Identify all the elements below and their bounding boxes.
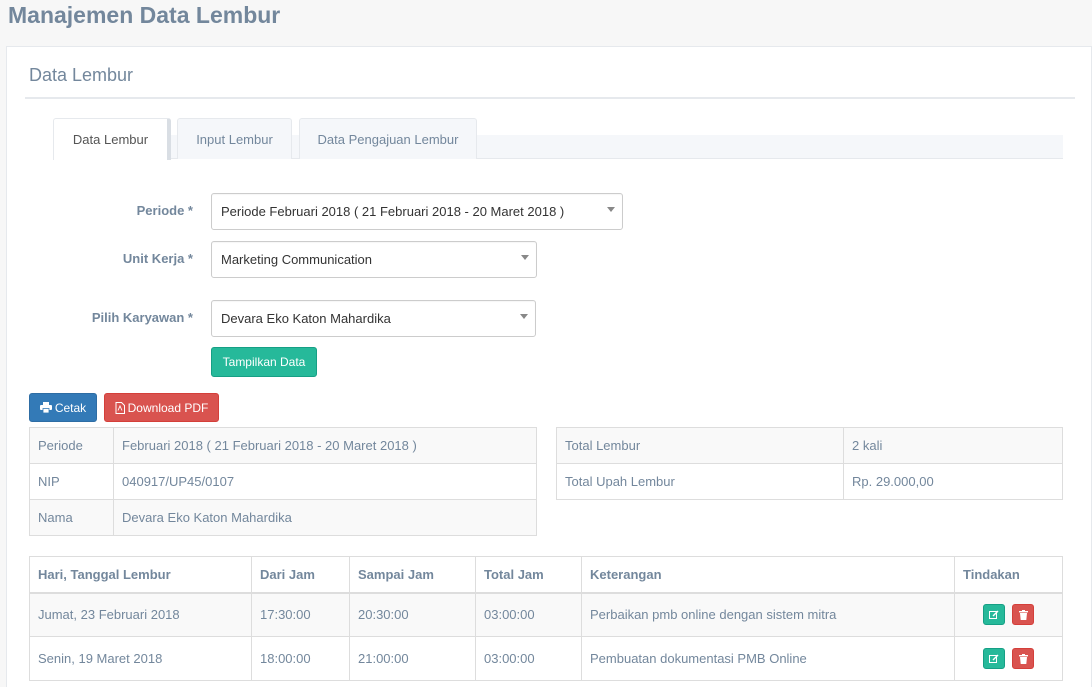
summary-value: Rp. 29.000,00 — [843, 463, 1063, 500]
tab-label: Data Pengajuan Lembur — [317, 131, 459, 147]
info-row: NIP 040917/UP45/0107 — [29, 463, 537, 500]
tab-label: Data Lembur — [72, 132, 149, 147]
info-value: Devara Eko Katon Mahardika — [113, 499, 537, 536]
unit-kerja-label: Unit Kerja * — [122, 251, 193, 266]
summary-key: Total Lembur — [556, 427, 844, 464]
table-cell: Senin, 19 Maret 2018 — [29, 636, 252, 681]
tampilkan-data-label: Tampilkan Data — [222, 355, 306, 369]
file-pdf-icon — [115, 401, 125, 414]
edit-button[interactable] — [982, 604, 1005, 626]
edit-icon — [988, 654, 999, 663]
info-key: Periode — [29, 427, 114, 464]
chevron-down-icon — [520, 314, 528, 319]
download-pdf-label: Download PDF — [127, 400, 209, 415]
column-header: Hari, Tanggal Lembur — [29, 556, 252, 594]
column-header: Tindakan — [954, 556, 1063, 594]
content-panel: Data Lembur Data Lembur Input Lembur Dat… — [6, 46, 1092, 687]
delete-button[interactable] — [1012, 604, 1035, 626]
unit-kerja-select[interactable]: Marketing Communication — [211, 241, 537, 278]
panel-divider — [25, 97, 1075, 99]
cetak-label: Cetak — [54, 400, 87, 415]
summary-value: 2 kali — [843, 427, 1063, 464]
trash-icon — [1018, 609, 1028, 620]
tab-data-pengajuan-lembur[interactable]: Data Pengajuan Lembur — [299, 118, 477, 159]
table-cell: 18:00:00 — [251, 636, 350, 681]
table-cell: 21:00:00 — [349, 636, 476, 681]
info-value: Februari 2018 ( 21 Februari 2018 - 20 Ma… — [113, 427, 537, 464]
panel-title: Data Lembur — [29, 65, 134, 85]
download-pdf-button[interactable]: Download PDF — [104, 393, 219, 422]
chevron-down-icon — [607, 207, 615, 212]
summary-key: Total Upah Lembur — [556, 463, 844, 500]
tab-label: Input Lembur — [196, 131, 273, 147]
karyawan-value: Devara Eko Katon Mahardika — [221, 311, 391, 326]
delete-button[interactable] — [1012, 648, 1035, 669]
row-actions — [954, 592, 1063, 637]
edit-button[interactable] — [982, 648, 1005, 669]
table-cell: Pembuatan dokumentasi PMB Online — [581, 636, 955, 681]
edit-icon — [988, 610, 999, 619]
column-header: Keterangan — [581, 556, 955, 594]
table-cell: Jumat, 23 Februari 2018 — [29, 592, 252, 637]
tampilkan-data-button[interactable]: Tampilkan Data — [211, 347, 317, 377]
column-header: Total Jam — [475, 556, 582, 594]
info-key: NIP — [29, 463, 114, 500]
table-cell: 03:00:00 — [475, 592, 582, 637]
tab-input-lembur[interactable]: Input Lembur — [177, 118, 292, 159]
employee-info-table: Periode Februari 2018 ( 21 Februari 2018… — [29, 427, 537, 536]
table-cell: Perbaikan pmb online dengan sistem mitra — [581, 592, 955, 637]
table-cell: 03:00:00 — [475, 636, 582, 681]
info-value: 040917/UP45/0107 — [113, 463, 537, 500]
page-title: Manajemen Data Lembur — [8, 2, 281, 28]
info-row: Nama Devara Eko Katon Mahardika — [29, 499, 537, 536]
column-header: Dari Jam — [251, 556, 350, 594]
tab-data-lembur[interactable]: Data Lembur — [53, 118, 171, 160]
periode-label: Periode * — [136, 203, 193, 218]
periode-value: Periode Februari 2018 ( 21 Februari 2018… — [221, 204, 565, 219]
table-cell: 20:30:00 — [349, 592, 476, 637]
column-header: Sampai Jam — [349, 556, 476, 594]
cetak-button[interactable]: Cetak — [29, 393, 97, 422]
table-row: Senin, 19 Maret 2018 18:00:00 21:00:00 0… — [29, 636, 1063, 681]
info-row: Periode Februari 2018 ( 21 Februari 2018… — [29, 427, 537, 464]
table-header-row: Hari, Tanggal Lembur Dari Jam Sampai Jam… — [29, 556, 1063, 594]
summary-row: Total Lembur 2 kali — [556, 427, 1063, 464]
overtime-table: Hari, Tanggal Lembur Dari Jam Sampai Jam… — [29, 556, 1063, 681]
karyawan-label: Pilih Karyawan * — [91, 310, 193, 325]
print-icon — [39, 402, 52, 413]
trash-icon — [1018, 653, 1028, 664]
info-key: Nama — [29, 499, 114, 536]
karyawan-select[interactable]: Devara Eko Katon Mahardika — [211, 300, 536, 337]
chevron-down-icon — [521, 255, 529, 260]
table-row: Jumat, 23 Februari 2018 17:30:00 20:30:0… — [29, 592, 1063, 637]
summary-row: Total Upah Lembur Rp. 29.000,00 — [556, 463, 1063, 500]
unit-kerja-value: Marketing Communication — [221, 252, 373, 267]
periode-select[interactable]: Periode Februari 2018 ( 21 Februari 2018… — [211, 193, 623, 230]
table-cell: 17:30:00 — [251, 592, 350, 637]
row-actions — [954, 636, 1063, 681]
overtime-summary-table: Total Lembur 2 kali Total Upah Lembur Rp… — [556, 427, 1063, 500]
